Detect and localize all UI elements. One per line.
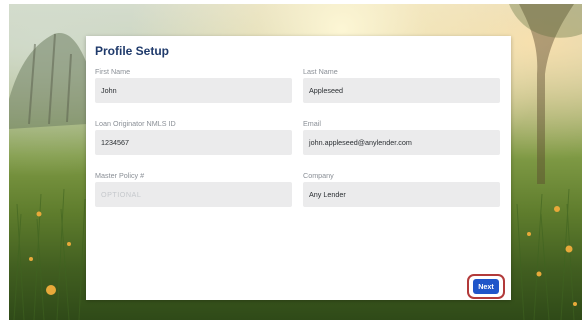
nmls-id-label: Loan Originator NMLS ID (95, 119, 176, 128)
company-field[interactable]: Any Lender (303, 182, 500, 207)
first-name-label: First Name (95, 67, 131, 76)
email-label: Email (303, 119, 321, 128)
last-name-field[interactable]: Appleseed (303, 78, 500, 103)
company-label: Company (303, 171, 334, 180)
next-button-highlight: Next (467, 274, 505, 299)
first-name-field[interactable]: John (95, 78, 292, 103)
master-policy-field[interactable]: OPTIONAL (95, 182, 292, 207)
next-button[interactable]: Next (473, 279, 499, 294)
master-policy-label: Master Policy # (95, 171, 145, 180)
email-field[interactable]: john.appleseed@anylender.com (303, 130, 500, 155)
last-name-label: Last Name (303, 67, 338, 76)
profile-setup-card: Profile Setup First Name John Last Name … (86, 36, 511, 300)
page-title: Profile Setup (95, 44, 170, 58)
nmls-id-field[interactable]: 1234567 (95, 130, 292, 155)
screen: Profile Setup First Name John Last Name … (0, 0, 584, 323)
